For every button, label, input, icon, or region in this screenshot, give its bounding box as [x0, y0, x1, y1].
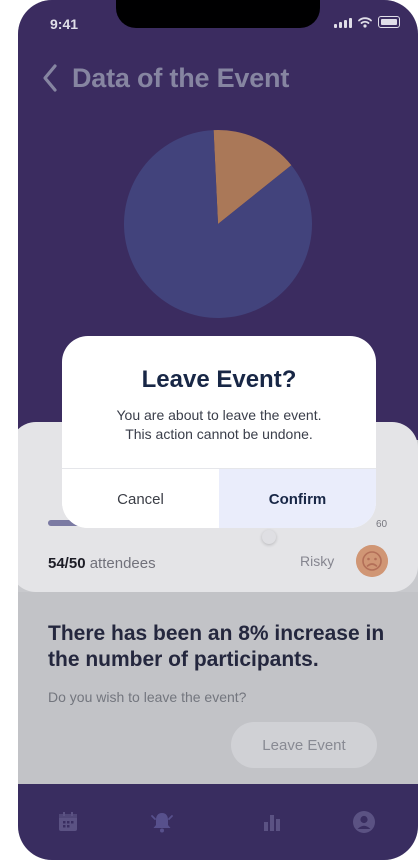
phone-screen: 9:41 Data of the Event 60 54/50 attendee… — [18, 0, 418, 860]
leave-event-dialog: Leave Event? You are about to leave the … — [62, 336, 376, 528]
cancel-button[interactable]: Cancel — [62, 469, 219, 528]
dialog-message-line-2: This action cannot be undone. — [125, 426, 313, 442]
dialog-button-row: Cancel Confirm — [62, 468, 376, 528]
dialog-message-line-1: You are about to leave the event. — [116, 407, 322, 423]
dialog-title: Leave Event? — [141, 366, 297, 393]
confirm-button[interactable]: Confirm — [219, 469, 376, 528]
dialog-message: You are about to leave the event. This a… — [62, 406, 376, 444]
